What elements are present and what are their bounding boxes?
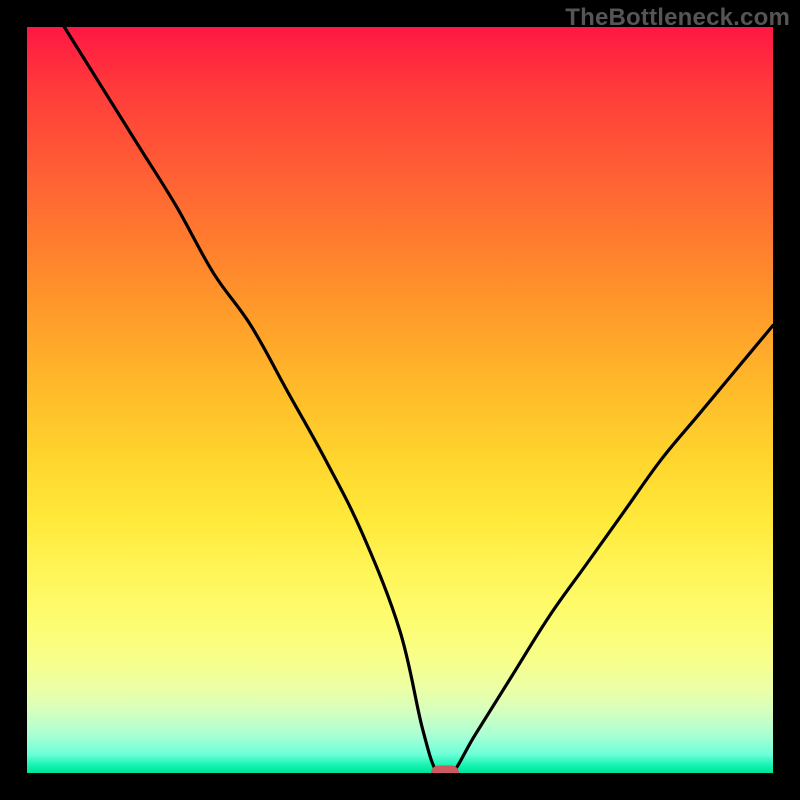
watermark-text: TheBottleneck.com [565, 4, 790, 32]
bottleneck-curve [27, 27, 773, 773]
chart-area [27, 27, 773, 773]
optimal-point-marker [431, 766, 459, 774]
